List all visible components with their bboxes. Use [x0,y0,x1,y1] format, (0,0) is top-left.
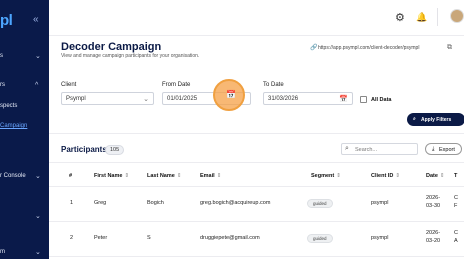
collapse-sidebar-icon[interactable]: « [33,14,39,25]
cell-first-name: Greg [94,200,107,206]
cell-email: greg.bogich@acquireup.com [200,200,271,206]
col-header-date[interactable]: Date ⇕ [426,173,445,179]
col-label: Last Name [147,173,175,179]
cell-client-id: psympl [371,200,389,206]
table-row-border [49,221,464,222]
to-date-input[interactable]: 31/03/2026 📅 [263,92,353,105]
export-label: Export [439,146,455,153]
col-header-index: # [69,173,73,179]
page-subtitle: View and manage campaign participants fo… [61,53,200,59]
participants-title: Participants [61,145,107,154]
table-row-border [49,256,464,257]
client-select[interactable]: Psympl ⌄ [61,92,154,105]
col-header-email[interactable]: Email ⇕ [200,173,221,179]
sort-icon[interactable]: ⇕ [395,173,400,179]
cell-index: 1 [70,200,74,206]
page-title: Decoder Campaign [61,41,162,53]
link-icon: 🔗 [310,45,318,51]
cell-extra-line2: A [454,238,458,244]
cell-first-name: Peter [94,235,108,241]
sort-icon[interactable]: ⇕ [336,173,341,179]
avatar[interactable] [450,9,464,23]
all-data-label: All Data [371,97,392,103]
chevron-down-icon: ⌄ [143,96,149,103]
cell-date-line1: 2026- [426,230,441,236]
calendar-button-highlight[interactable]: 📅 [213,79,245,111]
cell-extra-line2: F [454,203,458,209]
logo: pl [0,12,13,29]
sort-icon[interactable]: ⇕ [217,173,222,179]
col-header-extra[interactable]: T [454,173,457,179]
col-label: Segment [311,173,335,179]
col-header-last-name[interactable]: Last Name ⇕ [147,173,181,179]
col-label: Date [426,173,438,179]
export-button[interactable]: ⤓ Export [425,143,462,155]
cell-index: 2 [70,235,74,241]
filter-icon: ⌕ [413,116,416,122]
cell-extra-line1: C [454,230,458,236]
chevron-down-icon[interactable]: ⌄ [35,52,41,60]
sidebar: pl « s ⌄ rs ^ spects Campaign r Console … [0,0,49,259]
sort-icon[interactable]: ⇕ [177,173,182,179]
to-date-label: To Date [263,82,284,88]
apply-filters-button[interactable]: ⌕ Apply Filters [407,113,464,126]
sidebar-item-6[interactable]: m [0,249,5,255]
app-root: pl « s ⌄ rs ^ spects Campaign r Console … [0,0,464,259]
cell-client-id: psympl [371,235,389,241]
from-date-value: 01/01/2025 [167,96,198,102]
cell-last-name: S [147,235,151,241]
chevron-up-icon[interactable]: ^ [35,82,38,89]
table-row-border [49,186,464,187]
cell-email: druggiepete@gmail.com [200,235,260,241]
sidebar-item-0[interactable]: s [0,53,3,59]
participants-count-badge: 105 [105,145,125,155]
sidebar-item-1[interactable]: rs [0,82,5,88]
chevron-down-icon[interactable]: ⌄ [35,248,41,256]
search-placeholder: Search... [355,146,378,153]
table-header-border [49,162,464,163]
cell-date-line1: 2026- [426,195,441,201]
search-icon: ⌕ [345,145,349,152]
chevron-down-icon[interactable]: ⌄ [35,172,41,180]
topbar: ⚙ 🔔 [49,0,464,36]
bell-icon[interactable]: 🔔 [416,12,427,23]
cell-date-line2: 03-20 [426,238,441,244]
segment-badge: guided [307,199,333,208]
col-label: Email [200,173,215,179]
download-icon: ⤓ [432,146,435,152]
all-data-checkbox[interactable] [360,96,367,103]
calendar-icon[interactable]: 📅 [339,95,348,103]
col-header-first-name[interactable]: First Name ⇕ [94,173,129,179]
main-content: ⚙ 🔔 Decoder Campaign View and manage cam… [49,0,464,259]
cell-last-name: Bogich [147,200,164,206]
sidebar-item-prospects[interactable]: spects [0,103,17,109]
divider [437,8,438,26]
gear-icon[interactable]: ⚙ [395,11,405,24]
col-header-segment[interactable]: Segment ⇕ [311,173,341,179]
calendar-icon: 📅 [226,90,236,99]
search-input[interactable]: ⌕ Search... [341,143,418,155]
client-label: Client [61,82,77,88]
section-divider [49,133,464,134]
col-label: First Name [94,173,123,179]
sort-icon[interactable]: ⇕ [124,173,129,179]
sidebar-item-campaign[interactable]: Campaign [0,123,27,129]
to-date-value: 31/03/2026 [268,96,299,102]
client-value: Psympl [66,96,86,102]
segment-badge: guided [307,234,333,243]
col-label: Client ID [371,173,394,179]
cell-extra-line1: C [454,195,458,201]
campaign-url[interactable]: https://app.psympl.com/client-decoder/ps… [318,45,419,51]
cell-date-line2: 03-30 [426,203,441,209]
copy-icon[interactable]: ⧉ [447,44,452,52]
sort-icon[interactable]: ⇕ [440,173,445,179]
chevron-down-icon[interactable]: ⌄ [35,212,41,220]
col-header-client-id[interactable]: Client ID ⇕ [371,173,400,179]
sidebar-item-console[interactable]: r Console [0,173,26,179]
from-date-label: From Date [162,82,191,88]
apply-filters-label: Apply Filters [421,116,452,123]
